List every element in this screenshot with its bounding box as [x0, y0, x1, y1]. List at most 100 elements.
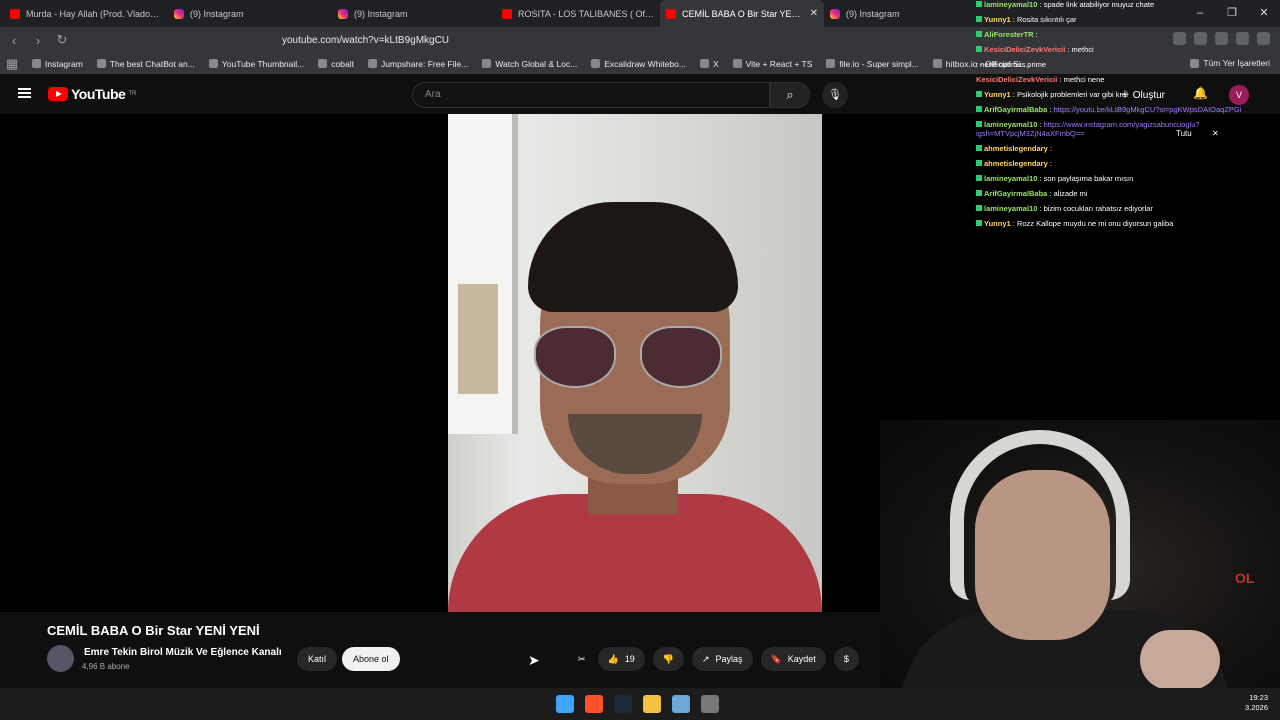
- chat-message: Yunny1 : Rosita sıkıntılı çar: [976, 15, 1270, 24]
- chat-message: KesiciDeliciZevkVericii : methci: [976, 45, 1270, 54]
- chat-message: lamineyamal10 : spade link atabiliyor mu…: [976, 0, 1270, 9]
- sunglasses-right-lens: [640, 326, 722, 388]
- chat-message: ahmetislegendary :: [976, 144, 1270, 153]
- file-explorer-icon[interactable]: [643, 695, 661, 713]
- bookmark-favicon-icon: [699, 59, 709, 68]
- chat-message: lamineyamal10 : bizim cocukları rahatsız…: [976, 204, 1270, 213]
- bookmark-favicon-icon: [208, 59, 218, 68]
- youtube-icon: [10, 8, 20, 19]
- chat-badge-icon: [976, 16, 982, 22]
- search-button[interactable]: ⌕: [770, 82, 810, 108]
- chat-popup: Tutu ✕: [1176, 129, 1219, 138]
- chat-badge-icon: [976, 106, 982, 112]
- close-tab-icon[interactable]: ✕: [810, 8, 818, 19]
- chat-badge-icon: [976, 160, 982, 166]
- chat-message: ArifGayirmalBaba : alizade mi: [976, 189, 1270, 198]
- search-input[interactable]: Ara: [412, 82, 770, 108]
- video-frame: [448, 114, 822, 612]
- channel-name[interactable]: Emre Tekin Birol Müzik Ve Eğlence Kanalı: [84, 647, 282, 658]
- bookmark-item[interactable]: Excalidraw Whitebo...: [591, 59, 686, 69]
- thumbs-down-icon: 👎: [662, 654, 674, 664]
- system-clock: 19:23 3.2026: [1245, 693, 1268, 712]
- browser-tab[interactable]: (9) Instagram: [824, 0, 988, 27]
- video-actions: ✂ 👍 19 👎 ↗ Paylaş 🔖 Kaydet $: [574, 647, 859, 671]
- bookmark-favicon-icon: [932, 59, 942, 68]
- windows-start-icon[interactable]: [556, 695, 574, 713]
- menu-icon[interactable]: [18, 88, 31, 98]
- bookmark-item[interactable]: Watch Global & Loc...: [482, 59, 577, 69]
- browser-tab[interactable]: (9) Instagram: [168, 0, 332, 27]
- webcam-overlay: OL: [880, 420, 1280, 690]
- steam-icon[interactable]: [614, 695, 632, 713]
- apps-grid-icon[interactable]: ▦: [6, 56, 18, 72]
- dislike-button[interactable]: 👎: [652, 647, 684, 671]
- browser-tab[interactable]: Murda - Hay Allah (Prod. Vlado) - You: [4, 0, 168, 27]
- chat-badge-icon: [976, 220, 982, 226]
- share-icon: ↗: [702, 654, 710, 664]
- voice-search-button[interactable]: 🎙: [822, 82, 848, 108]
- bookmark-favicon-icon: [96, 59, 106, 68]
- headset: [950, 430, 1130, 600]
- bookmark-item[interactable]: Jumpshare: Free File...: [367, 59, 468, 69]
- thanks-icon: $: [843, 654, 849, 664]
- settings-icon[interactable]: [701, 695, 719, 713]
- app-icon[interactable]: [672, 695, 690, 713]
- taskbar-apps: [556, 695, 719, 713]
- search-icon: ⌕: [786, 87, 794, 102]
- youtube-play-icon: [48, 87, 68, 101]
- browser-tab[interactable]: ROSITA - LOS TALIBANES ( Official M: [496, 0, 660, 27]
- like-button[interactable]: 👍 19: [597, 647, 645, 671]
- chat-badge-icon: [976, 121, 982, 127]
- channel-avatar[interactable]: [47, 645, 74, 672]
- instagram-icon: [338, 8, 348, 19]
- chat-message: Yunny1 : Rozz Kallope muydu ne mi onu di…: [976, 219, 1270, 228]
- url-field[interactable]: youtube.com/watch?v=kLtB9gMkgCU: [256, 30, 966, 50]
- bookmark-item[interactable]: cobalt: [318, 59, 354, 69]
- browser-tab[interactable]: (9) Instagram: [332, 0, 496, 27]
- microphone-icon: 🎙: [828, 89, 842, 101]
- bookmark-favicon-icon: [367, 59, 377, 68]
- reload-icon[interactable]: ↻: [52, 32, 72, 48]
- save-button[interactable]: 🔖 Kaydet: [760, 647, 826, 671]
- chat-badge-icon: [976, 91, 982, 97]
- clip-icon[interactable]: ✂: [574, 647, 590, 671]
- bookmark-item[interactable]: file.io - Super simpl...: [826, 59, 919, 69]
- bookmark-favicon-icon: [318, 59, 328, 68]
- youtube-logo[interactable]: YouTube TR: [48, 86, 136, 102]
- chat-message: lamineyamal10 : son paylaşıma bakar mısı…: [976, 174, 1270, 183]
- back-icon[interactable]: ‹: [4, 33, 24, 48]
- overlay-logo: OL: [1235, 570, 1255, 586]
- bookmark-item[interactable]: YouTube Thumbnail...: [208, 59, 304, 69]
- bookmark-favicon-icon: [591, 59, 601, 68]
- bookmark-item[interactable]: The best ChatBot an...: [96, 59, 195, 69]
- chat-badge-icon: [976, 175, 982, 181]
- chat-badge-icon: [976, 46, 982, 52]
- join-button[interactable]: Katıl: [297, 647, 338, 671]
- forward-icon[interactable]: ›: [28, 33, 48, 48]
- chat-message: ArifGayirmalBaba : https://youtu.be/kLtB…: [976, 105, 1270, 114]
- video-title: CEMİL BABA O Bir Star YENİ YENİ: [47, 623, 260, 638]
- brave-browser-icon[interactable]: [585, 695, 603, 713]
- chat-message: ahmetislegendary :: [976, 159, 1270, 168]
- close-popup-icon[interactable]: ✕: [1212, 129, 1219, 138]
- instagram-icon: [830, 8, 840, 19]
- bookmark-favicon-icon: [732, 59, 742, 68]
- browser-tab-active[interactable]: CEMİL BABA O Bir Star YENİ Y ✕: [660, 0, 824, 27]
- bookmark-item[interactable]: Vite + React + TS: [732, 59, 812, 69]
- subscribe-button[interactable]: Abone ol: [342, 647, 400, 671]
- chat-badge-icon: [976, 205, 982, 211]
- share-button[interactable]: ↗ Paylaş: [692, 647, 753, 671]
- bookmark-item[interactable]: Instagram: [32, 59, 83, 69]
- chat-badge-icon: [976, 1, 982, 7]
- instagram-icon: [174, 8, 184, 19]
- chat-message: KesiciDeliciZevkVericii : methci nene: [976, 75, 1105, 84]
- chat-badge-icon: [976, 190, 982, 196]
- chat-message: AliForesterTR :: [976, 30, 1270, 39]
- thumbs-up-icon: 👍: [607, 654, 619, 664]
- chat-badge-icon: [976, 145, 982, 151]
- chat-badge-icon: [976, 31, 982, 37]
- chat-message: lamineyamal10 : https://www.instagram.co…: [976, 120, 1200, 138]
- thanks-button[interactable]: $: [833, 647, 859, 671]
- bookmark-item[interactable]: X: [699, 59, 719, 69]
- youtube-icon: [666, 8, 676, 19]
